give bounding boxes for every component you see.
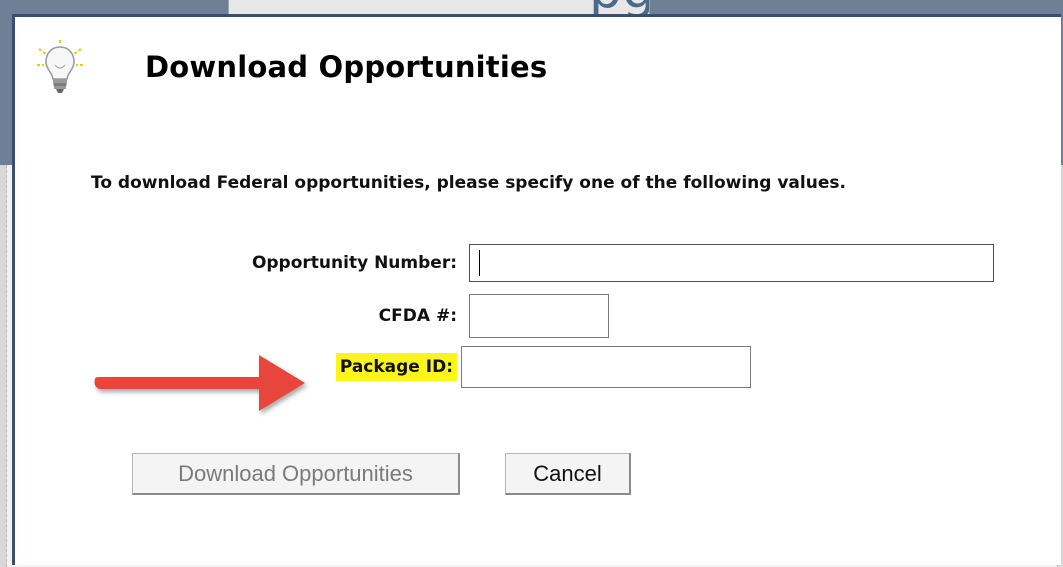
package-id-input[interactable]	[461, 346, 751, 388]
cfda-label: CFDA #:	[378, 306, 457, 326]
package-id-label: Package ID:	[335, 353, 457, 381]
lightbulb-icon	[37, 40, 83, 93]
instructions-text: To download Federal opportunities, pleas…	[91, 173, 846, 193]
annotation-arrow-icon	[94, 355, 305, 411]
dialog-title: Download Opportunities	[145, 50, 548, 84]
cfda-input[interactable]	[469, 294, 609, 338]
dialog-header: Download Opportunities	[35, 37, 547, 97]
screenshot-stage: pg Download O	[0, 0, 1063, 567]
cfda-row: CFDA #:	[195, 294, 609, 338]
download-opportunities-button[interactable]: Download Opportunities	[132, 453, 460, 495]
text-cursor	[479, 250, 480, 276]
background-edge-left	[0, 165, 7, 567]
opportunity-number-row: Opportunity Number:	[195, 244, 994, 282]
opportunity-number-input[interactable]	[469, 244, 994, 282]
opportunity-number-label: Opportunity Number:	[251, 253, 457, 273]
download-opportunities-dialog: Download Opportunities To download Feder…	[12, 14, 1061, 565]
cancel-button[interactable]: Cancel	[505, 453, 631, 495]
